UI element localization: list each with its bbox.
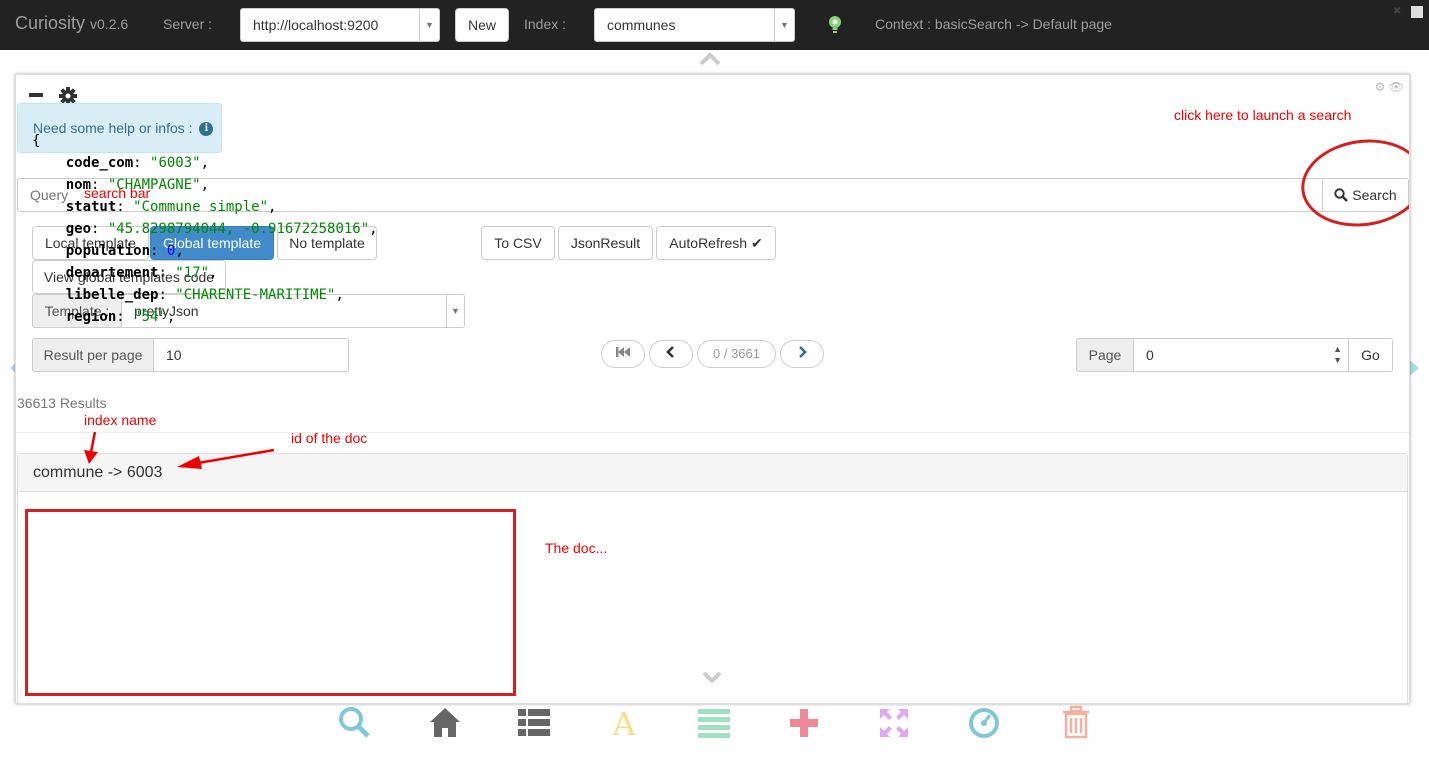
chevron-up-icon[interactable]	[699, 52, 721, 66]
annotation-index-name: index name	[84, 412, 157, 428]
page-position: 0 / 3661	[697, 340, 776, 368]
index-value: communes	[607, 17, 676, 33]
json-value: 0	[166, 243, 176, 259]
json-field: geo: "45.8298794044, -0.91672258016",	[65, 221, 378, 237]
home-icon[interactable]	[429, 705, 461, 739]
json-field: departement: "17",	[65, 265, 218, 281]
minimize-icon[interactable]	[29, 93, 43, 97]
previous-page-button[interactable]	[649, 340, 693, 368]
go-button[interactable]: Go	[1348, 338, 1393, 372]
chevron-down-icon: ▼	[446, 295, 464, 327]
bottom-toolbar: A	[0, 705, 1429, 741]
json-value: "45.8298794044, -0.91672258016"	[107, 221, 370, 237]
json-value: "Commune simple"	[133, 199, 269, 215]
server-label: Server :	[163, 16, 213, 32]
json-value: "CHARENTE-MARITIME"	[175, 287, 336, 303]
list-icon[interactable]	[518, 705, 550, 739]
context-text: Context : basicSearch -> Default page	[875, 16, 1112, 32]
annotation-launch: click here to launch a search	[1174, 107, 1352, 123]
json-open-brace: {	[32, 133, 41, 149]
json-value: "54"	[133, 309, 167, 325]
trash-icon[interactable]	[1060, 705, 1092, 739]
json-key: statut	[65, 199, 117, 215]
collapse-icon[interactable]: ✖	[1393, 6, 1403, 17]
annotation-box	[25, 509, 516, 696]
json-field: population: 0,	[65, 243, 184, 259]
font-icon[interactable]: A	[608, 705, 640, 739]
next-page-button[interactable]	[780, 340, 824, 368]
chevron-right-icon	[799, 346, 807, 358]
index-label: Index :	[524, 16, 567, 32]
json-field: libelle_dep: "CHARENTE-MARITIME",	[65, 287, 344, 303]
json-key: geo	[65, 221, 92, 237]
result-per-page-input[interactable]: 10	[153, 338, 349, 372]
index-select[interactable]: communes ▼	[594, 8, 795, 42]
fullscreen-icon[interactable]	[878, 705, 910, 739]
document-json: { code_com: "6003", nom: "CHAMPAGNE", st…	[32, 130, 378, 328]
server-value: http://localhost:9200	[253, 17, 379, 33]
page-number-value: 0	[1146, 347, 1154, 363]
app-version: v0.2.6	[90, 16, 129, 32]
json-key: libelle_dep	[65, 287, 159, 303]
search-widget-panel: ⚙ 👁 Need some help or infos : i click he…	[15, 74, 1410, 704]
app-name: Curiosity	[15, 13, 86, 33]
json-key: region	[65, 309, 117, 325]
json-field: nom: "CHAMPAGNE",	[65, 177, 210, 193]
json-key: nom	[65, 177, 92, 193]
autorefresh-label: AutoRefresh	[669, 235, 748, 251]
eye-icon[interactable]: 👁	[1389, 80, 1404, 94]
autorefresh-button[interactable]: AutoRefresh ✔	[656, 226, 776, 260]
page-label: Page	[1076, 338, 1134, 372]
annotation-arrows	[84, 431, 275, 469]
chevron-left-icon	[666, 346, 674, 358]
json-value: "CHAMPAGNE"	[107, 177, 201, 193]
first-page-button[interactable]	[601, 340, 645, 368]
plus-icon[interactable]	[788, 705, 820, 739]
spinner-icon[interactable]: ▲ ▼	[1333, 339, 1342, 366]
annotation-doc: The doc...	[545, 540, 608, 556]
chevron-down-icon[interactable]	[702, 671, 722, 683]
json-key: population	[65, 243, 151, 259]
json-value: "17"	[175, 265, 210, 281]
json-field: statut: "Commune simple",	[65, 199, 277, 215]
cog-icon[interactable]: ⚙	[1375, 80, 1386, 94]
align-justify-icon[interactable]	[698, 705, 730, 739]
search-icon[interactable]	[338, 705, 370, 739]
server-select[interactable]: http://localhost:9200 ▼	[240, 8, 440, 42]
result-per-page-label: Result per page	[32, 338, 154, 372]
to-csv-button[interactable]: To CSV	[481, 226, 555, 260]
page-number-input[interactable]: 0 ▲ ▼	[1133, 338, 1349, 372]
json-field: region: "54",	[65, 309, 176, 325]
chevron-down-icon: ▼	[419, 9, 439, 41]
svg-text:A: A	[611, 705, 636, 739]
json-field: code_com: "6003",	[65, 155, 210, 171]
new-server-button[interactable]: New	[455, 8, 509, 42]
top-navbar: Curiosity v0.2.6 Server : http://localho…	[0, 0, 1429, 50]
step-backward-icon	[616, 347, 630, 357]
results-count: 36613 Results	[17, 395, 107, 411]
json-key: code_com	[65, 155, 134, 171]
check-icon: ✔	[750, 235, 763, 251]
dashboard-icon[interactable]	[968, 705, 1000, 739]
json-result-button[interactable]: JsonResult	[558, 226, 653, 260]
lightbulb-icon[interactable]	[827, 15, 843, 35]
json-key: departement	[65, 265, 159, 281]
widget-tools: ⚙ 👁	[1375, 80, 1404, 94]
app-brand: Curiosity v0.2.6	[15, 13, 128, 34]
window-corner-icon[interactable]	[1411, 6, 1423, 18]
json-value: "6003"	[150, 155, 201, 171]
annotation-ellipse	[1295, 131, 1409, 235]
chevron-down-icon: ▼	[774, 9, 794, 41]
